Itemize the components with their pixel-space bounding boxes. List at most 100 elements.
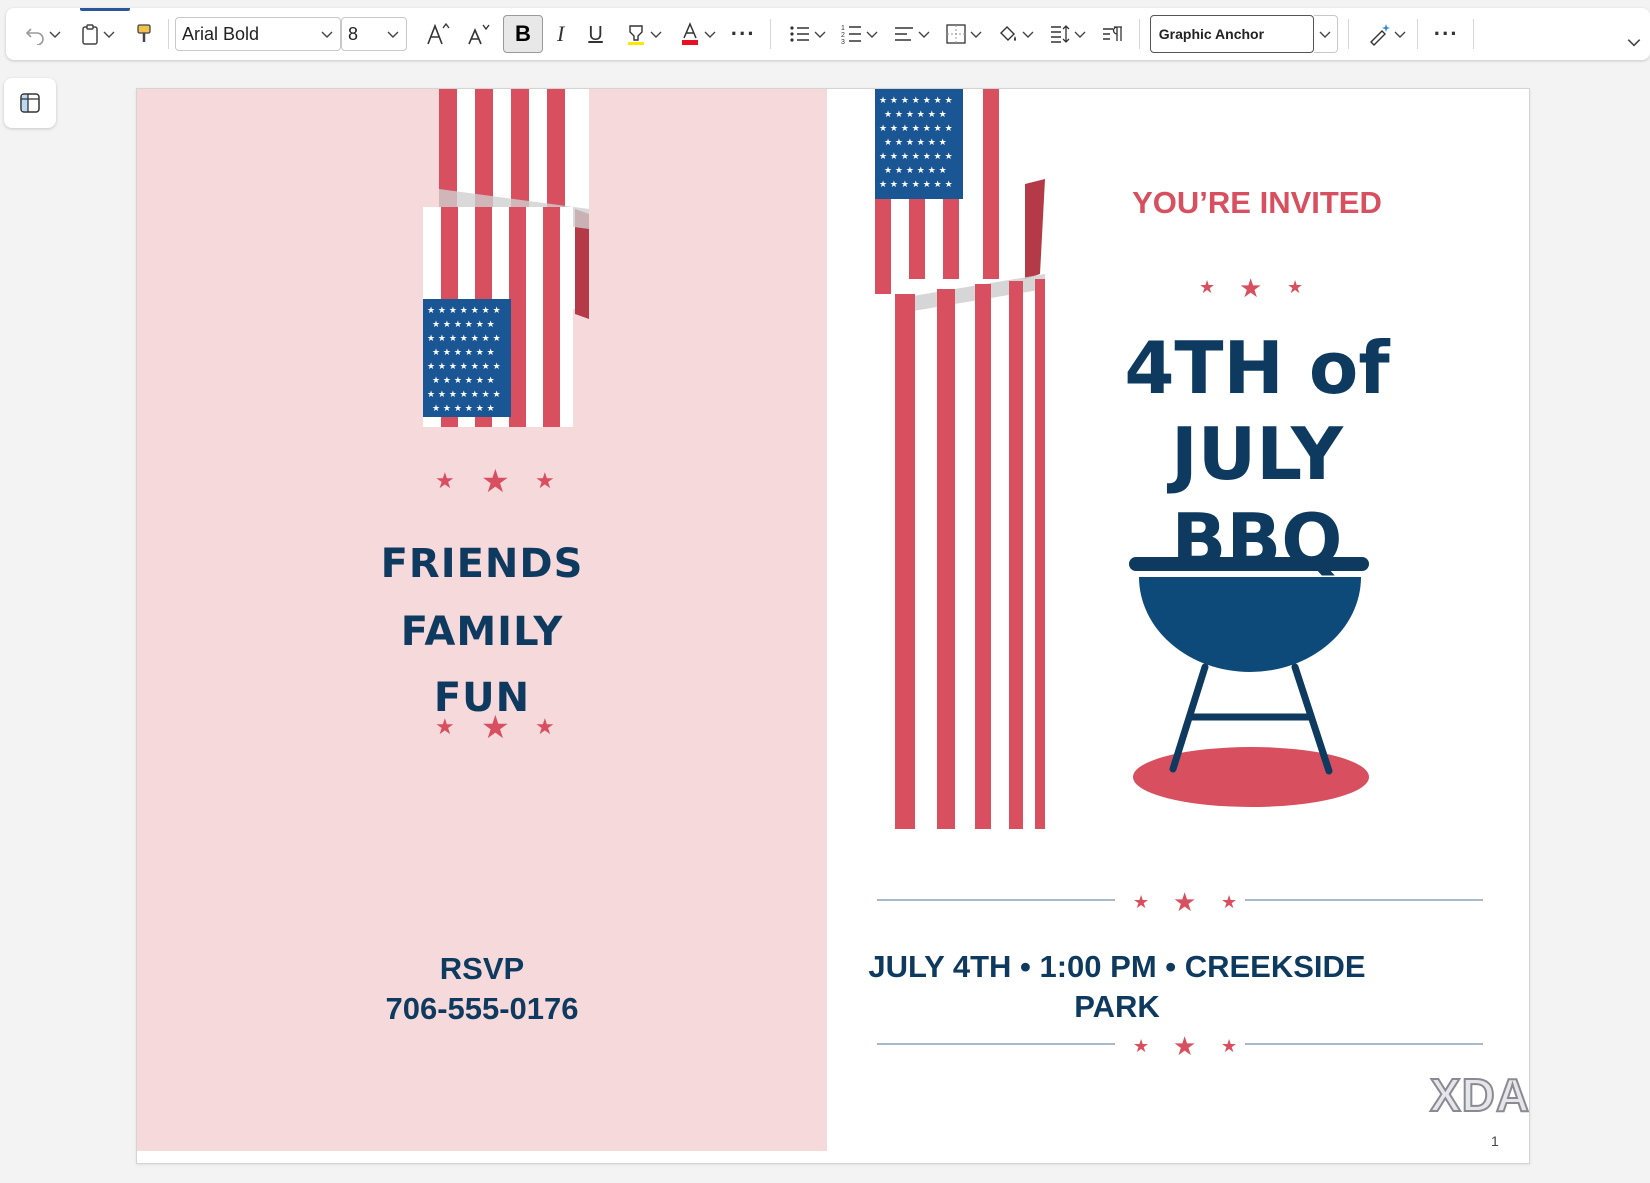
editor-button[interactable]	[1367, 16, 1407, 52]
bullet-list-icon	[790, 26, 809, 42]
font-name-dropdown[interactable]: Arial Bold	[175, 17, 341, 51]
paragraph-marks-button[interactable]	[1101, 16, 1125, 52]
svg-text:★: ★	[481, 711, 510, 743]
document-page[interactable]: ★ ★ ★ ★ ★ ★ ★ ★ ★ ★ ★ ★ ★ ★ ★ ★ ★ ★ ★ ★ …	[136, 88, 1530, 1164]
chevron-down-icon	[1627, 39, 1641, 47]
svg-text:★ ★ ★ ★ ★ ★ ★: ★ ★ ★ ★ ★ ★ ★	[427, 334, 501, 344]
folded-flag-graphic: ★ ★ ★ ★ ★ ★ ★ ★ ★ ★ ★ ★ ★ ★ ★ ★ ★ ★ ★ ★ …	[423, 89, 589, 427]
format-painter-icon	[137, 24, 151, 42]
chevron-down-icon	[970, 31, 982, 38]
paste-button[interactable]	[80, 16, 116, 52]
style-name-value: Graphic Anchor	[1158, 26, 1265, 42]
stars-decoration: ★ ★ ★	[435, 465, 555, 497]
divider-line	[1245, 1043, 1483, 1045]
svg-text:★ ★ ★ ★ ★ ★: ★ ★ ★ ★ ★ ★	[432, 320, 495, 330]
chevron-down-icon	[1074, 31, 1086, 38]
svg-text:★: ★	[1221, 1036, 1237, 1057]
highlighter-icon	[627, 25, 644, 45]
divider-line	[1245, 899, 1483, 901]
svg-text:1: 1	[841, 25, 845, 32]
chevron-down-icon	[1319, 31, 1331, 38]
page-number: 1	[1491, 1133, 1499, 1149]
grow-font-button[interactable]	[425, 16, 451, 52]
event-details-line-2: PARK	[1074, 989, 1160, 1024]
font-color-button[interactable]	[679, 16, 717, 52]
toolbar-separator	[1472, 19, 1474, 49]
svg-text:★ ★ ★ ★ ★ ★: ★ ★ ★ ★ ★ ★	[884, 138, 947, 148]
font-size-value: 8	[348, 23, 359, 44]
stars-decoration: ★ ★ ★	[1133, 1032, 1237, 1060]
left-word-friends: FRIENDS	[380, 541, 584, 587]
toolbar-separator	[1347, 19, 1349, 49]
svg-text:★: ★	[1199, 277, 1215, 298]
undo-button[interactable]	[24, 16, 62, 52]
svg-text:★: ★	[1287, 277, 1303, 298]
svg-text:★ ★ ★ ★ ★ ★ ★: ★ ★ ★ ★ ★ ★ ★	[427, 306, 501, 316]
svg-text:★ ★ ★ ★ ★ ★ ★: ★ ★ ★ ★ ★ ★ ★	[879, 124, 953, 134]
navigation-pane-button[interactable]	[4, 78, 56, 128]
more-label: ···	[730, 21, 756, 46]
svg-text:★: ★	[435, 715, 455, 740]
chevron-down-icon	[321, 31, 333, 38]
shading-button[interactable]	[997, 16, 1035, 52]
svg-text:★ ★ ★ ★ ★ ★: ★ ★ ★ ★ ★ ★	[884, 110, 947, 120]
svg-text:★: ★	[1173, 888, 1196, 916]
align-button[interactable]	[893, 16, 931, 52]
svg-text:★ ★ ★ ★ ★ ★ ★: ★ ★ ★ ★ ★ ★ ★	[879, 96, 953, 106]
font-name-value: Arial Bold	[182, 23, 260, 44]
stars-decoration: ★ ★ ★	[435, 711, 555, 743]
svg-text:★: ★	[1173, 1032, 1196, 1060]
xda-watermark-logo: XDA	[1429, 1068, 1531, 1122]
borders-button[interactable]	[945, 16, 983, 52]
svg-text:★: ★	[535, 715, 555, 740]
event-details: JULY 4TH • 1:00 PM • CREEKSIDE PARK	[847, 947, 1387, 1027]
more-font-options-button[interactable]: ···	[731, 16, 756, 52]
stars-decoration: ★ ★ ★	[1133, 888, 1237, 916]
chevron-down-icon	[103, 31, 115, 38]
divider-line	[877, 1043, 1115, 1045]
shrink-font-icon	[468, 24, 490, 45]
bullets-button[interactable]	[789, 16, 827, 52]
styles-dropdown-button[interactable]	[1313, 15, 1338, 53]
underline-button[interactable]: U	[588, 16, 602, 52]
bold-label: B	[515, 21, 531, 46]
svg-text:★: ★	[481, 465, 510, 497]
bold-button[interactable]: B	[503, 15, 543, 53]
svg-text:★: ★	[435, 469, 455, 494]
expand-ribbon-button[interactable]	[1626, 24, 1642, 60]
left-word-family: FAMILY	[400, 609, 564, 655]
paragraph-mark-icon	[1102, 26, 1122, 41]
undo-icon	[25, 28, 44, 45]
svg-text:3: 3	[841, 39, 845, 46]
svg-text:★ ★ ★ ★ ★ ★ ★: ★ ★ ★ ★ ★ ★ ★	[427, 390, 501, 400]
svg-text:★: ★	[1133, 892, 1149, 913]
font-size-dropdown[interactable]: 8	[341, 17, 407, 51]
numbering-button[interactable]: 123	[841, 16, 879, 52]
chevron-down-icon	[918, 31, 930, 38]
stars-decoration: ★ ★ ★	[1199, 274, 1303, 303]
styles-input[interactable]: Graphic Anchor	[1149, 15, 1314, 53]
ribbon-toolbar: Arial Bold 8 B I U ··· 123 Graphic Ancho…	[6, 8, 1650, 60]
line-spacing-button[interactable]	[1049, 16, 1087, 52]
hanging-flag-graphic: ★ ★ ★ ★ ★ ★ ★ ★ ★ ★ ★ ★ ★ ★ ★ ★ ★ ★ ★ ★ …	[875, 89, 1045, 829]
pen-sparkle-icon	[1369, 24, 1390, 46]
toolbar-separator	[168, 19, 169, 49]
svg-text:★: ★	[1133, 1036, 1149, 1057]
headline-line-2: JULY	[1170, 412, 1344, 496]
rsvp-phone: 706-555-0176	[385, 991, 579, 1026]
chevron-down-icon	[1394, 31, 1406, 38]
svg-text:★ ★ ★ ★ ★ ★: ★ ★ ★ ★ ★ ★	[432, 348, 495, 358]
more-options-button[interactable]: ···	[1434, 16, 1459, 52]
italic-label: I	[557, 21, 565, 46]
svg-text:★ ★ ★ ★ ★ ★ ★: ★ ★ ★ ★ ★ ★ ★	[879, 180, 953, 190]
svg-text:2: 2	[841, 32, 845, 39]
italic-button[interactable]: I	[557, 16, 564, 52]
numbered-list-icon: 123	[841, 25, 861, 46]
more-label: ···	[1433, 21, 1459, 46]
shrink-font-button[interactable]	[465, 16, 491, 52]
highlight-button[interactable]	[625, 16, 663, 52]
youre-invited-heading: YOU’RE INVITED	[1132, 185, 1382, 220]
active-tab-indicator	[80, 8, 130, 11]
chevron-down-icon	[49, 31, 61, 38]
format-painter-button[interactable]	[134, 16, 154, 52]
